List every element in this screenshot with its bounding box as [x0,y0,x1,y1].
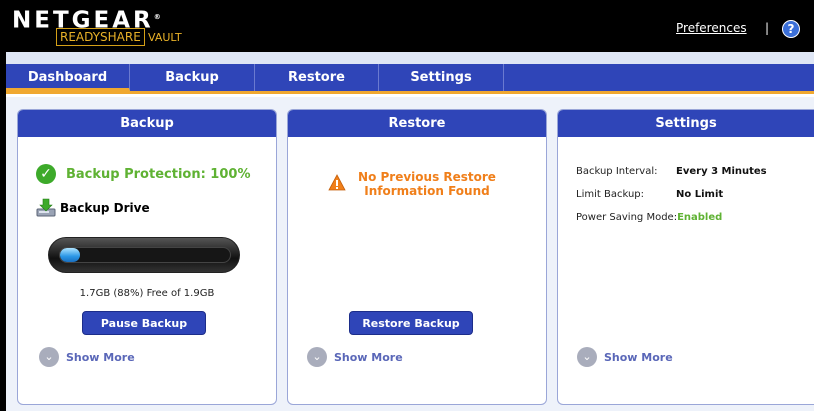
show-more-label: Show More [604,350,673,364]
setting-limit-backup: Limit Backup: No Limit [576,189,723,200]
drive-label: Backup Drive [60,201,150,215]
warning-triangle-icon [328,174,346,192]
setting-value: Enabled [677,212,723,223]
show-more-label: Show More [66,350,135,364]
warning-text: No Previous Restore Information Found [358,170,496,198]
storage-track [59,247,231,263]
chevron-down-icon: ⌄ [39,347,59,367]
help-icon[interactable]: ? [782,20,800,38]
settings-panel-title: Settings [558,110,814,137]
restore-show-more[interactable]: ⌄ Show More [307,347,403,367]
header-separator: | [765,21,770,35]
main-nav: Dashboard Backup Restore Settings [6,64,814,94]
backup-show-more[interactable]: ⌄ Show More [39,347,135,367]
settings-panel: Settings Backup Interval: Every 3 Minute… [557,109,814,405]
restore-warning: No Previous Restore Information Found [328,170,502,198]
chevron-down-icon: ⌄ [307,347,327,367]
setting-key: Limit Backup: [576,189,644,200]
preferences-link[interactable]: Preferences [676,21,747,35]
backup-panel-title: Backup [18,110,276,137]
tab-dashboard[interactable]: Dashboard [6,64,130,91]
settings-show-more[interactable]: ⌄ Show More [577,347,673,367]
setting-backup-interval: Backup Interval: Every 3 Minutes [576,166,767,177]
header-gap [6,52,814,64]
restore-panel: Restore No Previous Restore Information … [287,109,547,405]
drive-download-icon [36,198,56,218]
show-more-label: Show More [334,350,403,364]
dashboard-content: Backup ✓ Backup Protection: 100% Backup … [6,97,814,411]
storage-progress [48,237,240,273]
storage-fill [60,248,81,262]
readyshare-logo: READYSHARE [56,28,145,46]
setting-value: Every 3 Minutes [676,166,767,177]
setting-power-saving: Power Saving Mode: Enabled [576,212,722,223]
storage-text: 1.7GB (88%) Free of 1.9GB [79,288,215,299]
setting-key: Backup Interval: [576,166,658,177]
protection-text: Backup Protection: 100% [66,166,251,182]
check-circle-icon: ✓ [36,164,56,184]
backup-panel: Backup ✓ Backup Protection: 100% Backup … [17,109,277,405]
tab-backup[interactable]: Backup [130,64,255,91]
tab-restore[interactable]: Restore [255,64,379,91]
pause-backup-button[interactable]: Pause Backup [82,311,206,335]
tab-settings[interactable]: Settings [379,64,504,91]
setting-value: No Limit [676,189,724,200]
restore-backup-button[interactable]: Restore Backup [349,311,473,335]
backup-protection-status: ✓ Backup Protection: 100% [36,164,250,184]
chevron-down-icon: ⌄ [577,347,597,367]
app-header: NETGEAR® READYSHARE VAULT Preferences | … [6,0,814,52]
vault-logo: VAULT [148,31,182,44]
backup-drive: Backup Drive [36,198,150,218]
restore-panel-title: Restore [288,110,546,137]
setting-key: Power Saving Mode: [576,212,678,223]
